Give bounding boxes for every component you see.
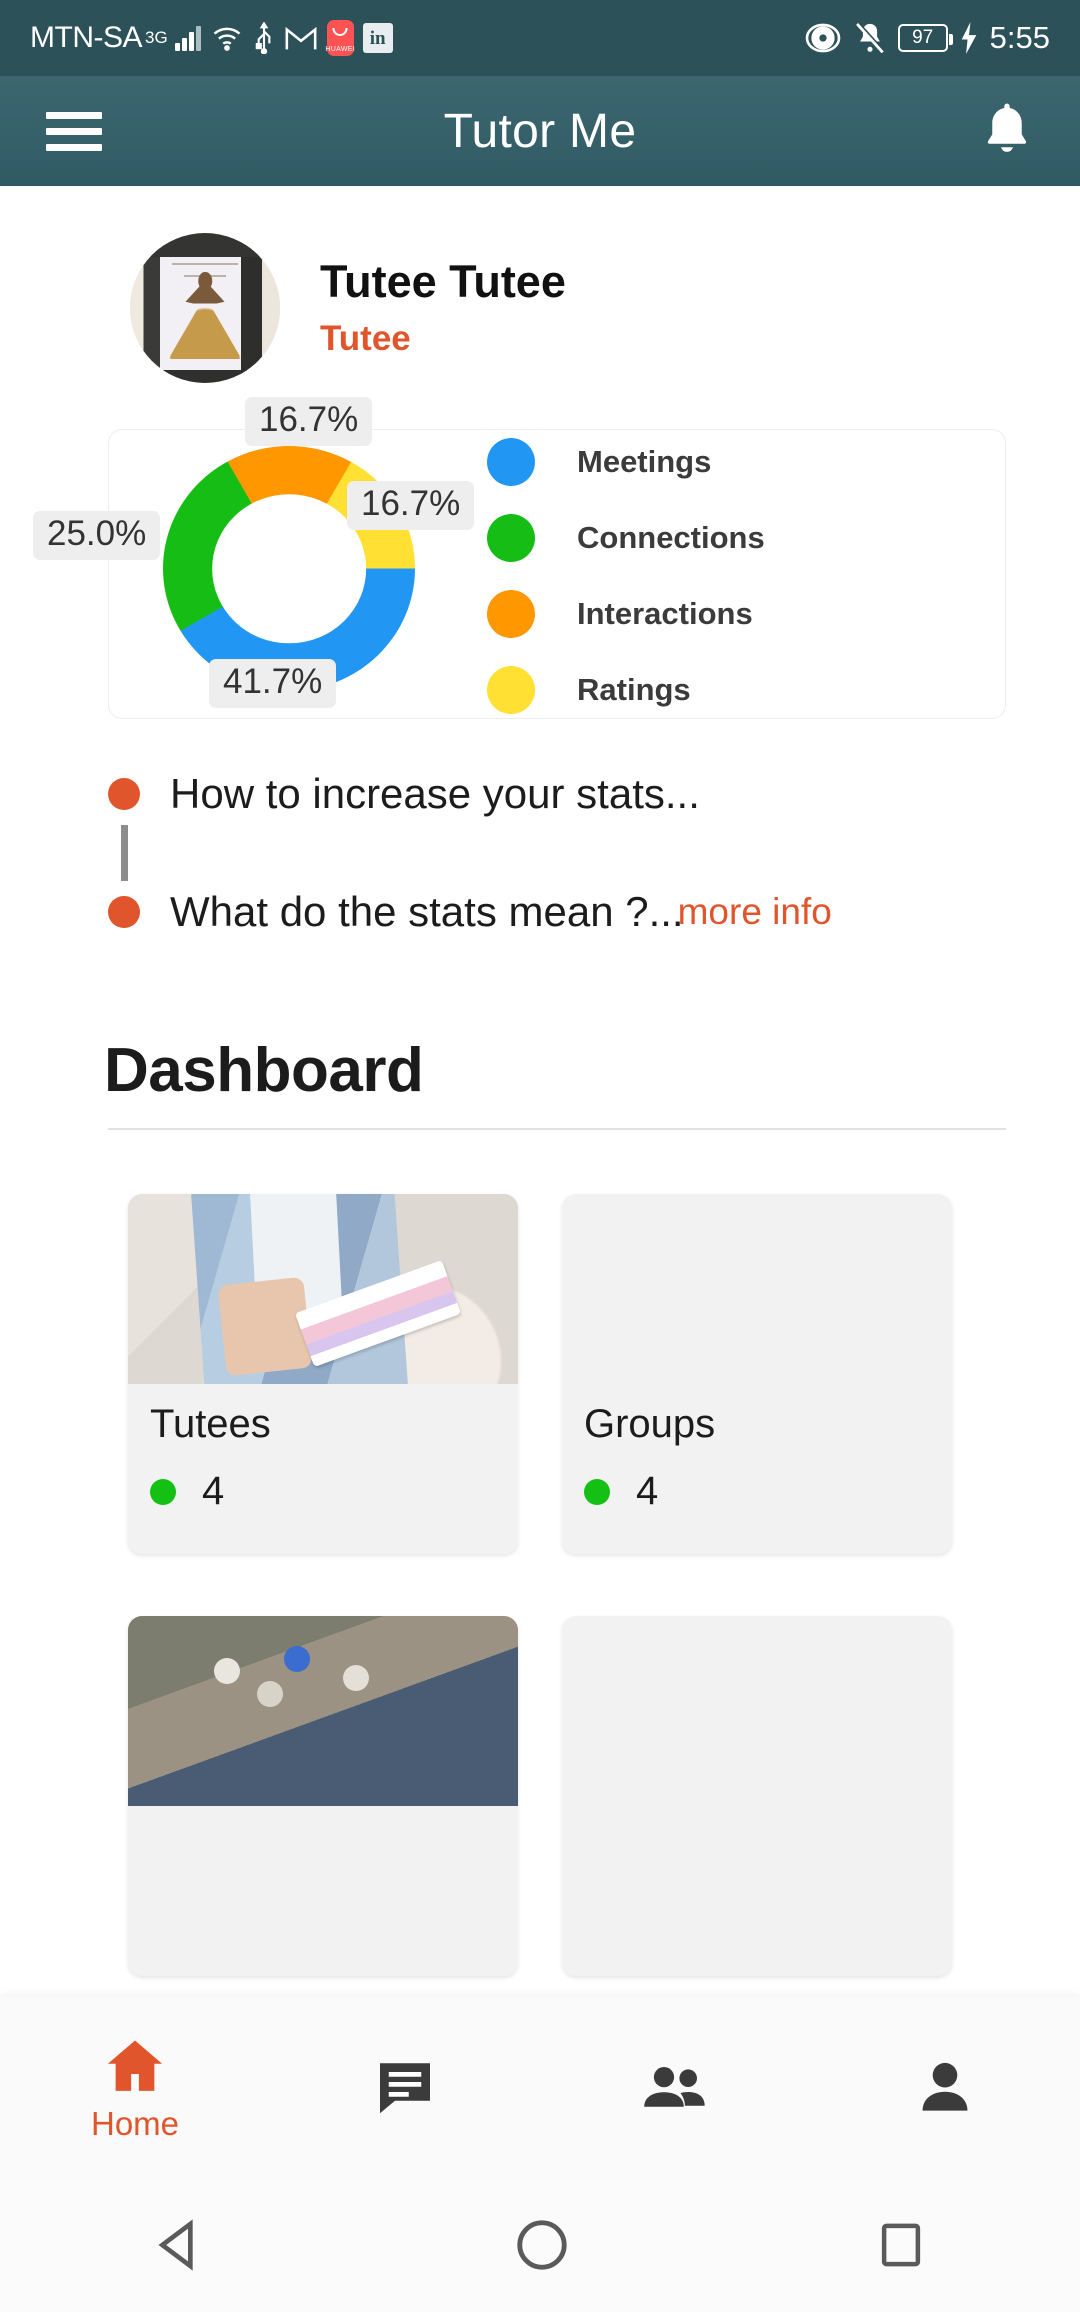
dashboard-card-row-2 (128, 1616, 1080, 1976)
status-bar: MTN-SA 3G HUAWEI in 97 5:55 (0, 0, 1080, 76)
legend-color-swatch (487, 514, 535, 562)
card-tutees-count: 4 (202, 1469, 225, 1513)
stats-chart-card: 16.7% 16.7% 25.0% 41.7% Meetings Connecti… (33, 397, 1006, 719)
profile-text: Tutee Tutee Tutee (320, 257, 566, 359)
more-info-link[interactable]: more info (678, 891, 832, 933)
card-tutees-image (128, 1194, 518, 1384)
battery-icon: 97 (897, 24, 953, 52)
signal-bars-icon (174, 25, 201, 51)
chart-label-ratings: 16.7% (347, 481, 475, 530)
linkedin-icon: in (362, 23, 393, 53)
people-icon (642, 2061, 708, 2118)
card-groups[interactable]: Groups 4 (562, 1194, 952, 1554)
avatar[interactable] (130, 233, 280, 383)
donut-chart[interactable]: 16.7% 16.7% 25.0% 41.7% (33, 397, 475, 721)
link-connector-line (121, 825, 128, 881)
home-circle-icon[interactable] (513, 2216, 571, 2279)
dashboard-card-row-1: Tutees 4 Groups 4 (128, 1194, 1080, 1554)
nav-item-home-label: Home (90, 2104, 180, 2142)
notification-bell-icon[interactable] (980, 100, 1034, 163)
back-triangle-icon[interactable] (152, 2217, 210, 2278)
charging-bolt-icon (959, 22, 979, 54)
card-tutees[interactable]: Tutees 4 (128, 1194, 518, 1554)
bottom-navigation-bar: Home (0, 1996, 1080, 2182)
legend-label: Connections (577, 520, 765, 555)
app-bar: Tutor Me (0, 76, 1080, 186)
card-tutees-title: Tutees (150, 1402, 271, 1446)
bullet-dot-icon (108, 896, 140, 928)
legend-row-ratings: Ratings (487, 666, 765, 714)
status-dot-icon (584, 1478, 610, 1505)
card-groups-stat: 4 (584, 1469, 952, 1514)
chart-label-connections: 25.0% (33, 511, 161, 560)
chart-label-meetings: 41.7% (209, 659, 337, 708)
chart-label-interactions: 16.7% (245, 397, 373, 446)
chat-icon (375, 2059, 435, 2120)
card-row2-right[interactable] (562, 1616, 952, 1976)
status-dot-icon (150, 1478, 176, 1505)
legend-label: Meetings (577, 444, 712, 479)
person-icon (919, 2060, 971, 2119)
legend-label: Interactions (577, 596, 753, 631)
main-content: Tutee Tutee Tutee 16.7% 16.7% 25.0% 41.7… (0, 186, 1080, 1996)
wifi-icon (210, 23, 244, 53)
recents-square-icon[interactable] (874, 2217, 928, 2278)
stats-info-links: How to increase your stats... What do th… (108, 763, 1080, 943)
nav-item-profile[interactable] (810, 2060, 1080, 2119)
card-groups-count: 4 (636, 1469, 659, 1513)
gmail-icon (284, 23, 318, 53)
legend-color-swatch (487, 666, 535, 714)
eye-icon (804, 22, 842, 54)
android-navigation-bar (0, 2182, 1080, 2312)
bullet-dot-icon (108, 778, 140, 810)
dashboard-heading: Dashboard (104, 1036, 424, 1105)
legend-row-connections: Connections (487, 514, 765, 562)
link-what-do-stats-mean[interactable]: What do the stats mean ?... more info (108, 881, 1080, 943)
link-how-to-increase[interactable]: How to increase your stats... (108, 763, 1080, 825)
huawei-icon: HUAWEI (325, 20, 355, 56)
clock-label: 5:55 (989, 20, 1050, 55)
legend-row-meetings: Meetings (487, 438, 765, 486)
app-screen: MTN-SA 3G HUAWEI in 97 5:55 Tutor Me Tut… (0, 0, 1080, 2312)
card-row2-left-image (128, 1616, 518, 1806)
profile-header[interactable]: Tutee Tutee Tutee (0, 186, 1080, 383)
home-icon (104, 2036, 166, 2099)
nav-item-chat[interactable] (270, 2059, 540, 2120)
profile-role: Tutee (320, 318, 411, 358)
legend-color-swatch (487, 590, 535, 638)
link-what-do-stats-mean-label: What do the stats mean ?... (170, 888, 684, 935)
chart-legend: Meetings Connections Interactions Ratings (487, 434, 765, 714)
card-groups-title: Groups (584, 1402, 716, 1446)
card-row2-left[interactable] (128, 1616, 518, 1976)
nav-item-home[interactable]: Home (0, 2036, 270, 2143)
status-bar-right: 97 5:55 (804, 20, 1050, 56)
page-title: Tutor Me (443, 104, 637, 158)
card-tutees-stat: 4 (150, 1469, 518, 1514)
hamburger-menu-icon[interactable] (46, 111, 102, 151)
bell-muted-icon (853, 21, 887, 55)
legend-color-swatch (487, 438, 535, 486)
nav-item-people[interactable] (540, 2061, 810, 2118)
profile-name: Tutee Tutee (320, 256, 566, 308)
battery-level: 97 (912, 27, 934, 48)
legend-row-interactions: Interactions (487, 590, 765, 638)
link-how-to-increase-label: How to increase your stats... (170, 770, 700, 817)
dashboard-divider (108, 1128, 1006, 1130)
usb-icon (253, 22, 275, 54)
legend-label: Ratings (577, 672, 691, 707)
status-bar-left: MTN-SA 3G HUAWEI in (30, 20, 393, 56)
network-type-label: 3G (145, 28, 168, 47)
carrier-label: MTN-SA (30, 21, 143, 54)
